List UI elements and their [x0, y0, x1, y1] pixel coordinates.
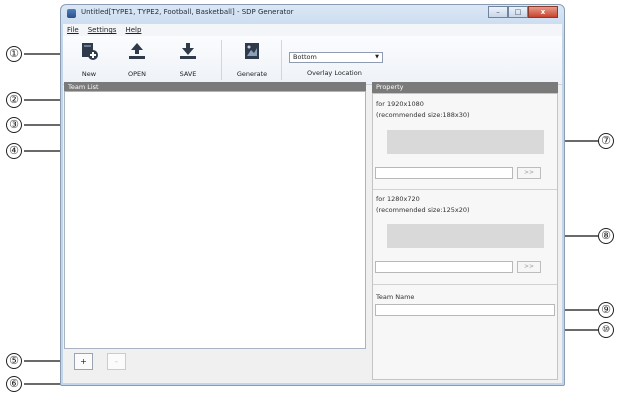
menu-bar: File Settings Help — [63, 24, 562, 36]
maximize-button[interactable]: □ — [508, 6, 528, 18]
toolbar-separator — [221, 40, 222, 80]
window-title: Untitled[TYPE1, TYPE2, Football, Basketb… — [81, 8, 294, 16]
callout-5: ⑤ — [6, 353, 22, 369]
callout-1: ① — [6, 46, 22, 62]
team-name-input[interactable] — [375, 304, 555, 316]
open-label: OPEN — [127, 70, 146, 78]
callout-4: ④ — [6, 143, 22, 159]
generate-button[interactable]: Generate — [230, 39, 274, 81]
callout-10: ⑩ — [598, 322, 614, 338]
open-button[interactable]: OPEN — [115, 39, 159, 81]
res-1080-hint: (recommended size:188x30) — [376, 111, 470, 119]
new-button[interactable]: New — [67, 39, 111, 81]
upload-icon — [129, 43, 145, 59]
browse-1080-button[interactable]: >> — [517, 167, 541, 179]
res-1080-title: for 1920x1080 — [376, 100, 424, 108]
preview-1080 — [387, 130, 544, 154]
section-divider — [373, 284, 557, 285]
chevron-down-icon: ▼ — [375, 54, 379, 60]
generate-label: Generate — [236, 70, 268, 78]
overlay-location-select[interactable]: Bottom ▼ — [289, 52, 383, 63]
new-label: New — [81, 70, 97, 78]
team-name-label: Team Name — [376, 293, 415, 301]
res-720-hint: (recommended size:125x20) — [376, 206, 470, 214]
callout-8: ⑧ — [598, 228, 614, 244]
overlay-location-value: Bottom — [293, 53, 317, 61]
window-controls: – □ x — [488, 6, 558, 18]
toolbar: New OPEN SAVE Generate Bottom ▼ Overlay … — [63, 36, 562, 85]
generate-icon — [245, 43, 259, 59]
title-bar[interactable]: Untitled[TYPE1, TYPE2, Football, Basketb… — [61, 5, 564, 23]
property-panel: for 1920x1080 (recommended size:188x30) … — [372, 93, 558, 380]
new-document-icon — [82, 43, 98, 60]
callout-6: ⑥ — [6, 376, 22, 392]
section-divider — [373, 189, 557, 190]
path-720-input[interactable] — [375, 261, 513, 273]
save-label: SAVE — [179, 70, 197, 78]
menu-help[interactable]: Help — [125, 26, 141, 34]
close-button[interactable]: x — [528, 6, 558, 18]
team-list[interactable] — [64, 91, 366, 349]
path-1080-input[interactable] — [375, 167, 513, 179]
callout-9: ⑨ — [598, 302, 614, 318]
menu-settings[interactable]: Settings — [88, 26, 117, 34]
preview-720 — [387, 224, 544, 248]
res-720-title: for 1280x720 — [376, 195, 420, 203]
remove-team-button[interactable]: - — [107, 353, 126, 370]
download-icon — [180, 43, 196, 59]
toolbar-separator — [281, 40, 282, 80]
overlay-location-label: Overlay Location — [307, 69, 362, 77]
save-button[interactable]: SAVE — [166, 39, 210, 81]
callout-2: ② — [6, 92, 22, 108]
callout-7: ⑦ — [598, 133, 614, 149]
property-header: Property — [372, 82, 558, 93]
add-team-button[interactable]: + — [74, 353, 93, 370]
menu-file[interactable]: File — [67, 26, 79, 34]
app-icon — [67, 9, 76, 18]
browse-720-button[interactable]: >> — [517, 261, 541, 273]
minimize-button[interactable]: – — [488, 6, 508, 18]
callout-3: ③ — [6, 117, 22, 133]
